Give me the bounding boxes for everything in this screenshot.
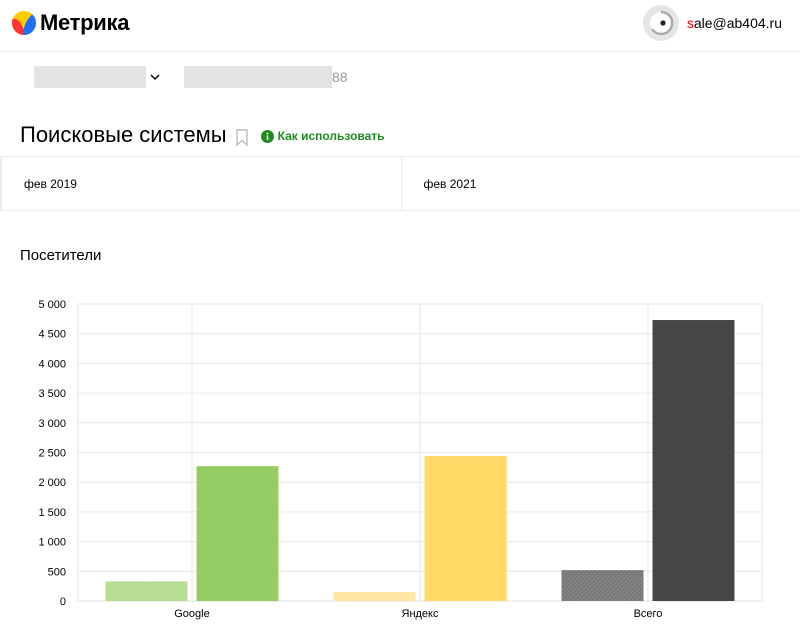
avatar-ring-icon[interactable] xyxy=(642,5,679,41)
period-1-label: фев 2019 xyxy=(24,176,77,191)
bar-1-period-1 xyxy=(105,581,188,601)
title-row: Поисковые системы Как использовать xyxy=(20,122,385,148)
bar-1-period-2 xyxy=(196,466,279,601)
how-to-use-label: Как использовать xyxy=(277,129,385,143)
metric-title: Посетители xyxy=(20,247,102,264)
period-2-label: фев 2021 xyxy=(423,176,477,191)
redacted-counter-id xyxy=(184,66,332,88)
y-tick-label: 2 000 xyxy=(38,477,66,489)
y-tick-label: 5 000 xyxy=(38,299,66,311)
counter-select[interactable] xyxy=(34,66,162,88)
y-tick-label: 3 000 xyxy=(38,418,66,430)
visitors-bar-chart: 0 500 1 000 1 500 2 000 2 500 3 000 3 500 4 000 4… xyxy=(38,299,763,620)
user-email-first-letter: s xyxy=(686,15,694,31)
bar-3-period-2 xyxy=(652,320,735,601)
counter-row: 88 xyxy=(34,66,348,88)
user-email-rest: ale@ab404.ru xyxy=(693,15,782,31)
redacted-counter-name xyxy=(34,66,146,88)
y-tick-label: 2 500 xyxy=(38,448,66,460)
info-icon xyxy=(260,129,274,143)
period-selector: фев 2019 фев 2021 xyxy=(0,156,800,211)
bar-2-period-2 xyxy=(424,456,507,601)
metrika-logo[interactable]: Метрика xyxy=(12,10,129,36)
page-title: Поисковые системы xyxy=(20,122,227,147)
bookmark-icon[interactable] xyxy=(235,128,249,146)
y-tick-label: 1 000 xyxy=(38,537,66,549)
x-tick-label: Всего xyxy=(634,608,663,620)
bar-3-period-1 xyxy=(561,570,644,601)
period-2[interactable]: фев 2021 xyxy=(400,157,800,210)
metrika-logo-icon xyxy=(12,11,36,35)
counter-id: 88 xyxy=(184,66,348,88)
counter-id-suffix: 88 xyxy=(332,69,348,85)
user-email[interactable]: sale@ab404.ru xyxy=(687,15,782,31)
y-tick-label: 0 xyxy=(60,596,66,608)
user-menu[interactable]: sale@ab404.ru xyxy=(642,5,782,41)
y-tick-label: 1 500 xyxy=(38,507,66,519)
chevron-down-icon[interactable] xyxy=(148,70,162,84)
bar-2-period-1 xyxy=(333,592,416,601)
logo-text: Метрика xyxy=(40,10,130,35)
how-to-use-link[interactable]: Как использовать xyxy=(260,129,385,143)
y-tick-label: 4 000 xyxy=(38,358,66,370)
top-header: Метрика sale@ab404.ru xyxy=(0,0,800,52)
period-1[interactable]: фев 2019 xyxy=(0,157,401,210)
y-tick-label: 4 500 xyxy=(38,329,66,341)
x-tick-label: Google xyxy=(174,608,209,620)
x-tick-label: Яндекс xyxy=(402,608,439,620)
y-tick-label: 500 xyxy=(48,566,66,578)
y-tick-label: 3 500 xyxy=(38,388,66,400)
